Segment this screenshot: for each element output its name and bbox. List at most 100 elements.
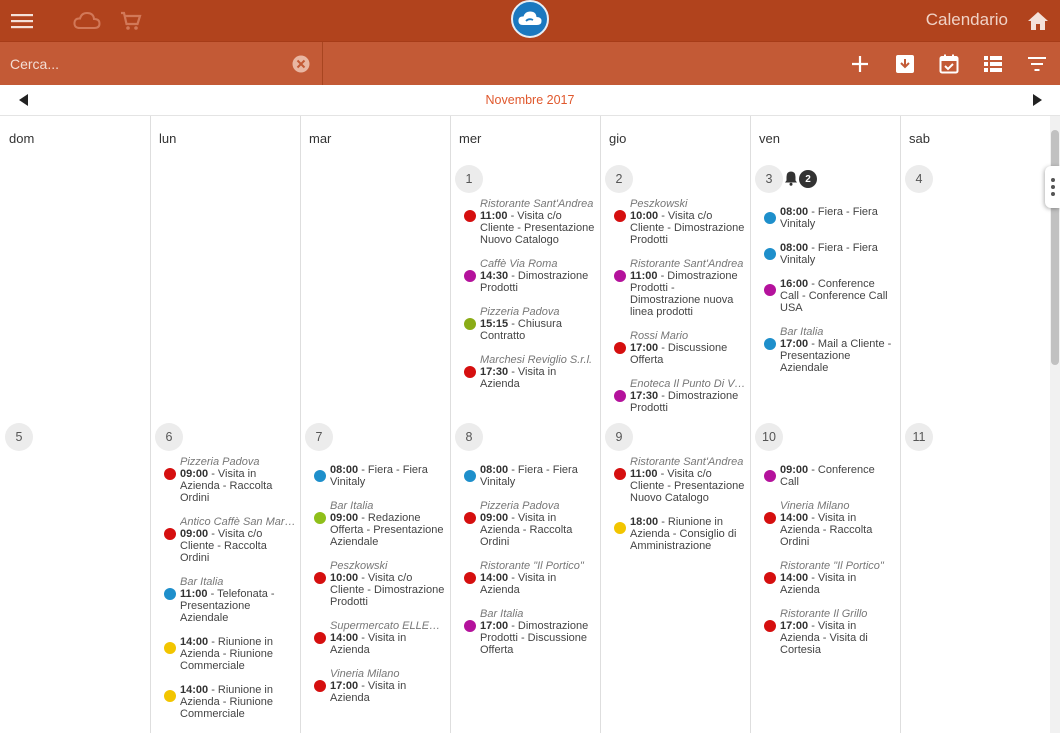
day-number[interactable]: 10 [755, 423, 783, 451]
event-time: 14:00 [330, 632, 359, 644]
weekday-header: lun [159, 131, 177, 146]
day-number[interactable]: 2 [605, 165, 633, 193]
event-item[interactable]: 08:00 - Fiera - Fiera Vinitaly [300, 464, 446, 488]
event-item[interactable]: Ristorante Il Grillo 17:00 - Visita in Az… [750, 608, 896, 656]
day-number[interactable]: 9 [605, 423, 633, 451]
event-item[interactable]: Vineria Milano 17:00 - Visita in Azienda [300, 668, 446, 704]
event-color-dot [464, 318, 476, 330]
event-item[interactable]: Marchesi Reviglio S.r.l. 17:30 - Visita i… [450, 354, 596, 390]
day-number[interactable]: 1 [455, 165, 483, 193]
event-color-dot [764, 512, 776, 524]
event-time: 17:00 [630, 342, 659, 354]
more-options-icon[interactable] [1045, 166, 1060, 208]
day-number[interactable]: 5 [5, 423, 33, 451]
menu-icon[interactable] [8, 0, 36, 41]
cart-icon[interactable] [118, 0, 144, 41]
event-item[interactable]: Rossi Mario 17:00 - Discussione Offerta [600, 330, 746, 366]
event-item[interactable]: Ristorante Sant'Andrea 11:00 - Visita c/o… [600, 456, 746, 504]
day-number[interactable]: 7 [305, 423, 333, 451]
event-item[interactable]: 08:00 - Fiera - Fiera Vinitaly [450, 464, 596, 488]
event-location: Marchesi Reviglio S.r.l. [480, 354, 593, 366]
event-location: Supermercato ELLESSE [330, 620, 446, 632]
event-color-dot [764, 620, 776, 632]
event-item[interactable]: Pizzeria Padova 09:00 - Visita in Azienda… [450, 500, 596, 548]
app-logo [511, 0, 549, 38]
weekday-header: mar [309, 131, 332, 146]
event-time: 14:00 [180, 684, 209, 696]
day-number[interactable]: 8 [455, 423, 483, 451]
event-item[interactable]: Vineria Milano 14:00 - Visita in Azienda … [750, 500, 896, 548]
event-color-dot [464, 572, 476, 584]
day-events: 08:00 - Fiera - Fiera Vinitaly Pizzeria P… [450, 464, 596, 668]
weekday-header: mer [459, 131, 482, 146]
event-location: Ristorante Il Grillo [780, 608, 868, 620]
event-color-dot [164, 642, 176, 654]
bell-icon[interactable] [783, 170, 799, 186]
event-item[interactable]: Bar Italia 17:00 - Mail a Cliente - Prese… [750, 326, 896, 374]
search-input[interactable] [10, 53, 280, 75]
event-item[interactable]: 18:00 - Riunione in Azienda - Consiglio … [600, 516, 746, 552]
toolbar [0, 41, 1060, 85]
app-header: Calendario [0, 0, 1060, 41]
event-item[interactable]: Bar Italia 17:00 - Dimostrazione Prodotti… [450, 608, 596, 656]
event-item[interactable]: Ristorante Sant'Andrea 11:00 - Dimostrazi… [600, 258, 746, 318]
event-item[interactable]: 09:00 - Conference Call [750, 464, 896, 488]
weekday-header: sab [909, 131, 930, 146]
event-item[interactable]: Peszkowski 10:00 - Visita c/o Cliente - D… [600, 198, 746, 246]
event-time: 10:00 [630, 210, 659, 222]
column-divider [900, 116, 901, 733]
event-time: 09:00 [480, 512, 509, 524]
day-events: Ristorante Sant'Andrea 11:00 - Visita c/o… [600, 456, 746, 564]
add-icon[interactable] [846, 50, 874, 78]
event-time: 08:00 [780, 206, 809, 218]
event-color-dot [314, 512, 326, 524]
event-item[interactable]: Bar Italia 11:00 - Telefonata - Presentaz… [150, 576, 296, 624]
event-item[interactable]: Caffè Via Roma 14:30 - Dimostrazione Prod… [450, 258, 596, 294]
event-time: 08:00 [330, 464, 359, 476]
event-item[interactable]: Pizzeria Padova 09:00 - Visita in Azienda… [150, 456, 296, 504]
day-number[interactable]: 6 [155, 423, 183, 451]
event-location: Bar Italia [330, 500, 374, 512]
cloud-icon[interactable] [72, 0, 102, 41]
list-view-icon[interactable] [979, 50, 1007, 78]
event-item[interactable]: Ristorante Sant'Andrea 11:00 - Visita c/o… [450, 198, 596, 246]
day-number[interactable]: 3 [755, 165, 783, 193]
day-events: 09:00 - Conference Call Vineria Milano 14:… [750, 464, 896, 668]
weekday-header: ven [759, 131, 780, 146]
event-item[interactable]: 14:00 - Riunione in Azienda - Riunione C… [150, 684, 296, 720]
month-navigation: Novembre 2017 [0, 85, 1060, 116]
event-color-dot [764, 212, 776, 224]
event-item[interactable]: 16:00 - Conference Call - Conference Cal… [750, 278, 896, 314]
event-time: 08:00 [480, 464, 509, 476]
calendar-check-icon[interactable] [935, 50, 963, 78]
event-color-dot [314, 680, 326, 692]
event-item[interactable]: Ristorante "Il Portico" 14:00 - Visita in… [750, 560, 896, 596]
event-location: Vineria Milano [780, 500, 850, 512]
event-location: Enoteca Il Punto Di Vista [630, 378, 746, 390]
event-color-dot [464, 366, 476, 378]
clear-search-icon[interactable] [292, 55, 310, 73]
filter-icon[interactable] [1023, 50, 1051, 78]
event-item[interactable]: Antico Caffè San Marco 09:00 - Visita c/o… [150, 516, 296, 564]
day-number[interactable]: 11 [905, 423, 933, 451]
event-item[interactable]: Pizzeria Padova 15:15 - Chiusura Contratt… [450, 306, 596, 342]
event-item[interactable]: 08:00 - Fiera - Fiera Vinitaly [750, 242, 896, 266]
event-item[interactable]: Ristorante "Il Portico" 14:00 - Visita in… [450, 560, 596, 596]
event-location: Antico Caffè San Marco [180, 516, 296, 528]
event-item[interactable]: Bar Italia 09:00 - Redazione Offerta - Pr… [300, 500, 446, 548]
event-time: 09:00 [780, 464, 809, 476]
event-color-dot [764, 338, 776, 350]
event-item[interactable]: 14:00 - Riunione in Azienda - Riunione C… [150, 636, 296, 672]
page-title: Calendario [925, 10, 1008, 29]
home-icon[interactable] [1024, 0, 1052, 41]
event-time: 11:00 [630, 270, 658, 282]
next-month-icon[interactable] [1030, 93, 1044, 107]
event-item[interactable]: Enoteca Il Punto Di Vista 17:30 - Dimostr… [600, 378, 746, 414]
day-events: Ristorante Sant'Andrea 11:00 - Visita c/o… [450, 198, 596, 402]
archive-icon[interactable] [891, 50, 919, 78]
event-item[interactable]: Peszkowski 10:00 - Visita c/o Cliente - D… [300, 560, 446, 608]
event-item[interactable]: Supermercato ELLESSE 14:00 - Visita in Az… [300, 620, 446, 656]
event-item[interactable]: 08:00 - Fiera - Fiera Vinitaly [750, 206, 896, 230]
day-number[interactable]: 4 [905, 165, 933, 193]
event-time: 14:30 [480, 270, 509, 282]
